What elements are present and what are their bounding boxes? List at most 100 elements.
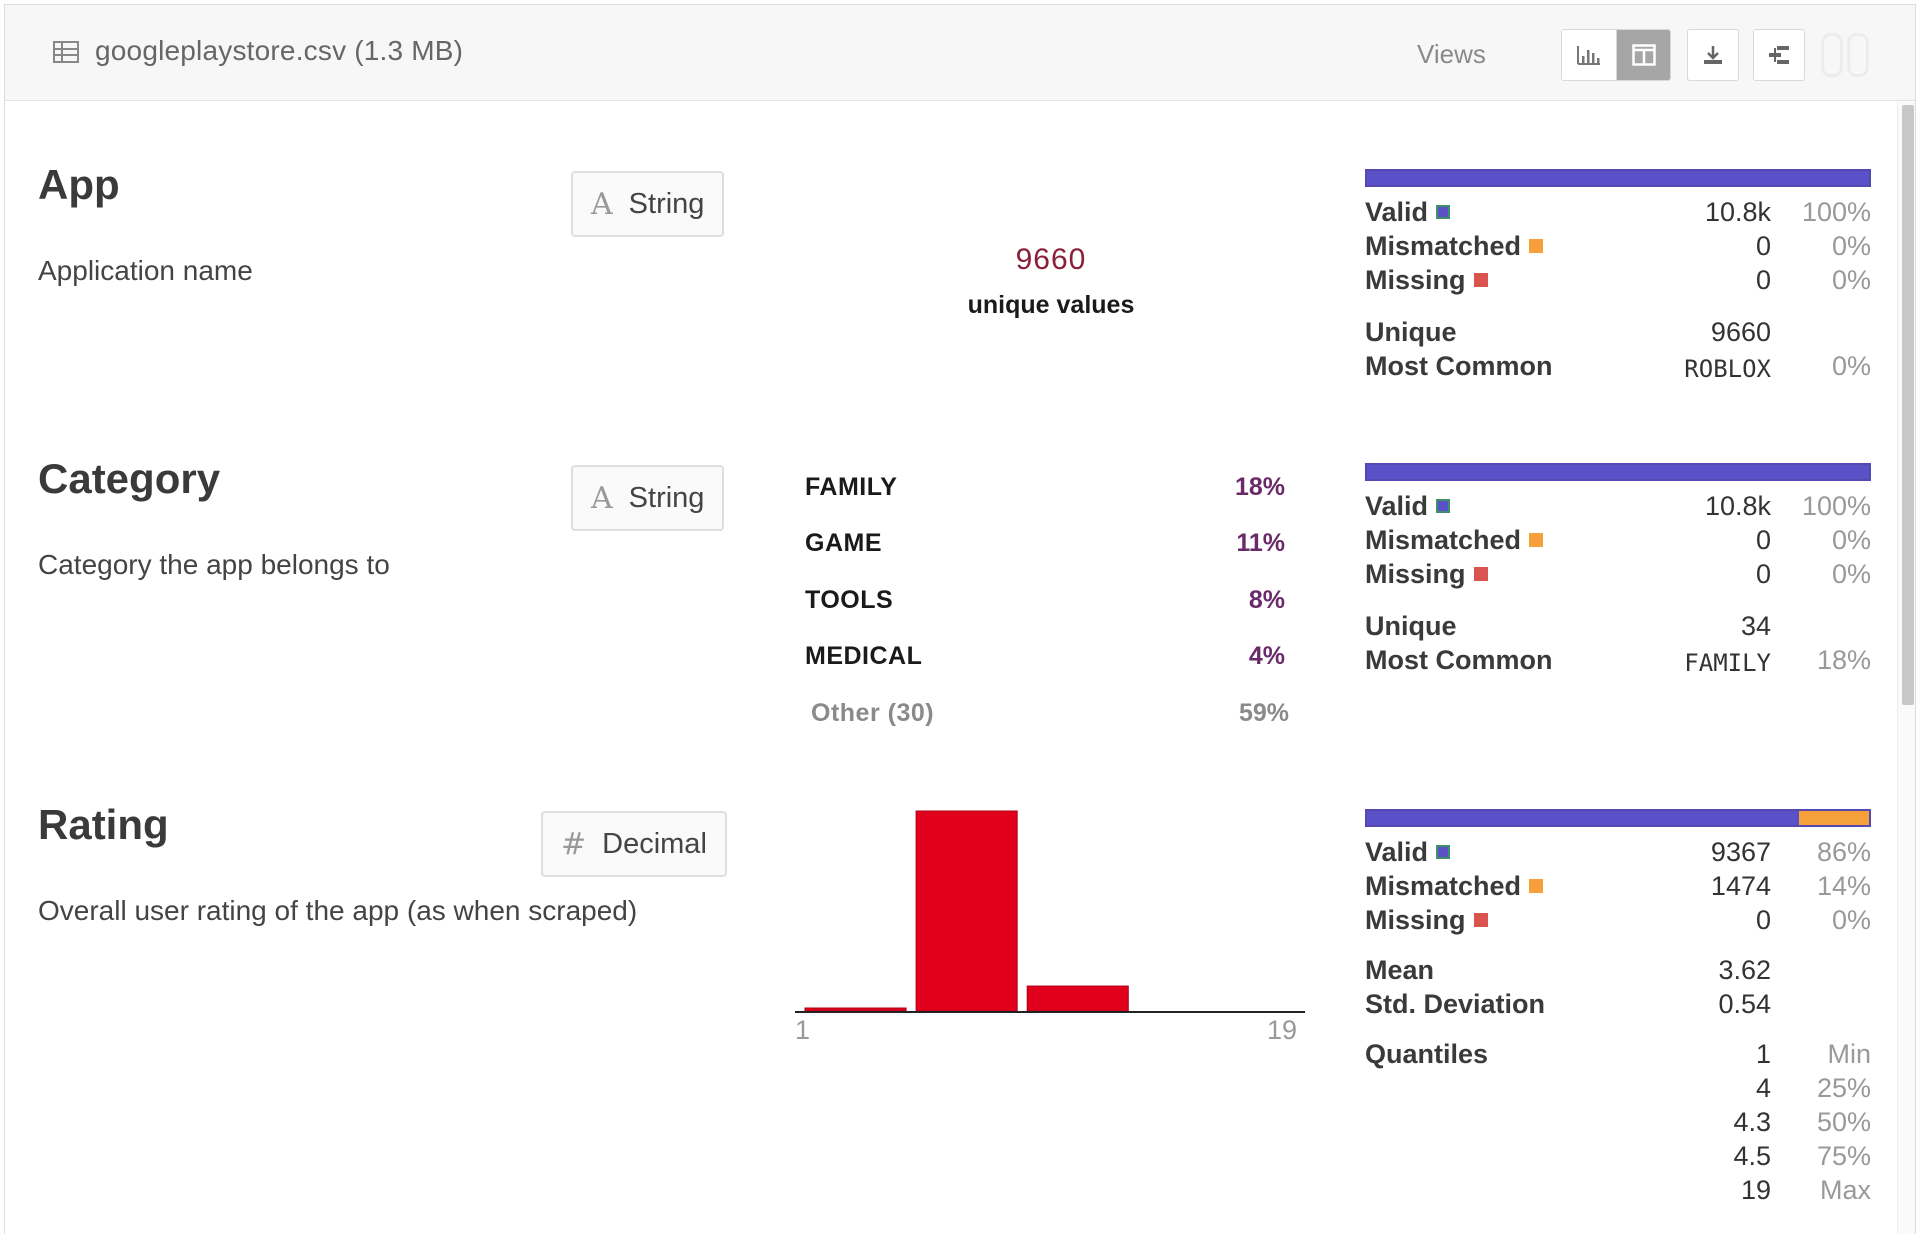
category-label: GAME [805,529,882,557]
category-other: Other (30) 59% [805,699,1289,739]
stat-label: Most Common [1365,645,1553,675]
column-section-rating: Rating # Decimal Overall user rating of … [5,801,1885,1231]
stat-label: Missing [1365,905,1466,935]
stat-label: Missing [1365,265,1466,295]
stat-most-common: Most Common FAMILY 18% [1365,645,1871,679]
stat-label: Unique [1365,317,1457,347]
stat-label: Valid [1365,837,1429,867]
histogram-bar[interactable] [804,1007,907,1012]
stat-value: 34 [1740,611,1771,641]
quantile-value: 4.5 [1733,1141,1771,1171]
stat-value: 0 [1755,231,1771,261]
quantile-label: 25% [1816,1073,1871,1103]
data-explorer-panel: googleplaystore.csv (1.3 MB) Views App A… [4,4,1916,1234]
stat-quantile: 4.5 75% [1365,1141,1871,1175]
column-view-button[interactable] [1616,30,1670,80]
validity-bar [1365,463,1871,481]
column-description: Overall user rating of the app (as when … [38,895,638,926]
category-percent: 4% [1248,642,1285,670]
stat-quantile: Quantiles 1 Min [1365,1039,1871,1073]
valid-swatch-icon [1436,499,1451,513]
quantile-value: 4.3 [1733,1107,1771,1137]
string-type-icon: A [591,186,613,222]
download-icon [1704,46,1722,64]
category-label: Other (30) [811,699,935,727]
validity-bar [1365,169,1871,187]
type-badge: A String [571,171,725,237]
stat-std-deviation: Std. Deviation 0.54 [1365,989,1871,1023]
stat-quantile: 19 Max [1365,1175,1871,1209]
category-label: FAMILY [805,473,898,501]
missing-swatch-icon [1473,273,1488,287]
histogram-chart [795,810,1305,1013]
view-toggle-group [1561,29,1671,81]
stat-value: 9367 [1710,837,1771,867]
stat-mismatched: Mismatched 0 0% [1365,525,1871,559]
category-percent: 59% [1238,699,1289,727]
stat-value: 0 [1755,525,1771,555]
scrollbar-thumb[interactable] [1902,105,1914,705]
stat-mismatched: Mismatched 1474 14% [1365,871,1871,905]
stat-value: 1474 [1710,871,1771,901]
stat-percent: 0% [1831,525,1871,555]
stat-mean: Mean 3.62 [1365,955,1871,989]
stat-label: Mismatched [1365,231,1522,261]
histogram-min-label: 1 [795,1015,811,1045]
histogram-max-label: 19 [1267,1015,1298,1045]
stat-percent: 100% [1801,491,1871,521]
download-button[interactable] [1687,29,1739,81]
table-icon [53,41,79,63]
histogram-bar[interactable] [915,810,1018,1012]
stat-value: 3.62 [1718,955,1771,985]
validity-bar [1365,809,1871,827]
validity-bar-valid [1367,465,1869,479]
stat-value: 0 [1755,265,1771,295]
stat-value: 0 [1755,559,1771,589]
stat-label: Quantiles [1365,1039,1489,1069]
stat-percent: 18% [1816,645,1871,675]
stat-value: FAMILY [1684,649,1771,677]
type-badge: # Decimal [541,811,727,877]
stat-label: Mean [1365,955,1435,985]
mismatch-swatch-icon [1529,879,1544,893]
stat-value: 10.8k [1704,197,1771,227]
column-description: Application name [38,255,253,286]
quantile-label: Min [1827,1039,1871,1069]
flow-button[interactable] [1753,29,1805,81]
column-name: App [38,161,120,208]
quantile-value: 1 [1755,1039,1771,1069]
category-item: FAMILY 18% [805,473,1285,513]
column-name: Rating [38,801,169,848]
histogram-bar[interactable] [1026,985,1129,1012]
stat-percent: 0% [1831,351,1871,381]
stat-value: 9660 [1710,317,1771,347]
histogram-view-icon [1577,46,1600,65]
stat-missing: Missing 0 0% [1365,265,1871,299]
decimal-type-icon: # [561,826,587,862]
stat-quantile: 4 25% [1365,1073,1871,1107]
stat-percent: 0% [1831,265,1871,295]
missing-swatch-icon [1473,913,1488,927]
stat-valid: Valid 9367 86% [1365,837,1871,871]
quantile-label: Max [1819,1175,1871,1205]
stat-percent: 0% [1831,905,1871,935]
stat-label: Std. Deviation [1365,989,1546,1019]
unique-label: unique values [967,291,1135,319]
category-percent: 11% [1236,529,1285,557]
category-item: TOOLS 8% [805,586,1285,626]
type-badge: A String [571,465,725,531]
flow-icon [1769,46,1789,64]
column-name: Category [38,455,221,502]
stat-percent: 0% [1831,231,1871,261]
category-item: GAME 11% [805,529,1285,569]
stat-label: Mismatched [1365,525,1522,555]
extra-icon [1821,33,1869,77]
category-label: TOOLS [805,586,894,614]
type-label: String [628,481,705,514]
stat-label: Mismatched [1365,871,1522,901]
stat-label: Missing [1365,559,1466,589]
mismatch-swatch-icon [1529,533,1544,547]
string-type-icon: A [591,480,613,516]
histogram-view-button[interactable] [1562,30,1616,80]
extra-button[interactable] [1819,29,1871,81]
